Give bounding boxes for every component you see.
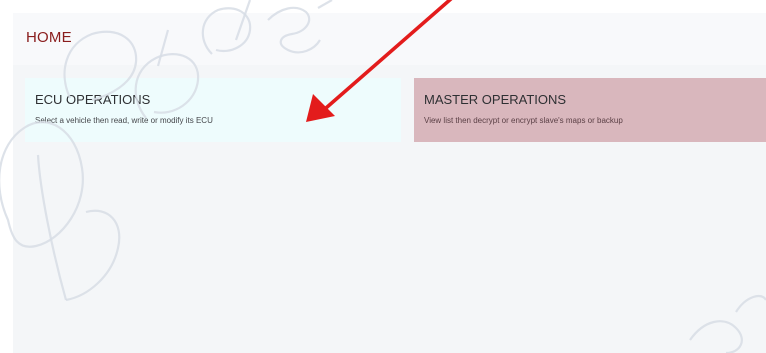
app-window: HOME ECU OPERATIONS Select a vehicle the… (13, 13, 766, 353)
page-title: HOME (26, 29, 72, 46)
master-operations-description: View list then decrypt or encrypt slave'… (424, 116, 623, 125)
master-operations-card[interactable]: MASTER OPERATIONS View list then decrypt… (414, 78, 766, 142)
ecu-operations-description: Select a vehicle then read, write or mod… (35, 116, 213, 125)
ecu-operations-title: ECU OPERATIONS (35, 92, 151, 107)
page-header: HOME (13, 13, 766, 65)
ecu-operations-card[interactable]: ECU OPERATIONS Select a vehicle then rea… (25, 78, 401, 142)
screenshot: HOME ECU OPERATIONS Select a vehicle the… (0, 0, 766, 353)
master-operations-title: MASTER OPERATIONS (424, 92, 567, 107)
